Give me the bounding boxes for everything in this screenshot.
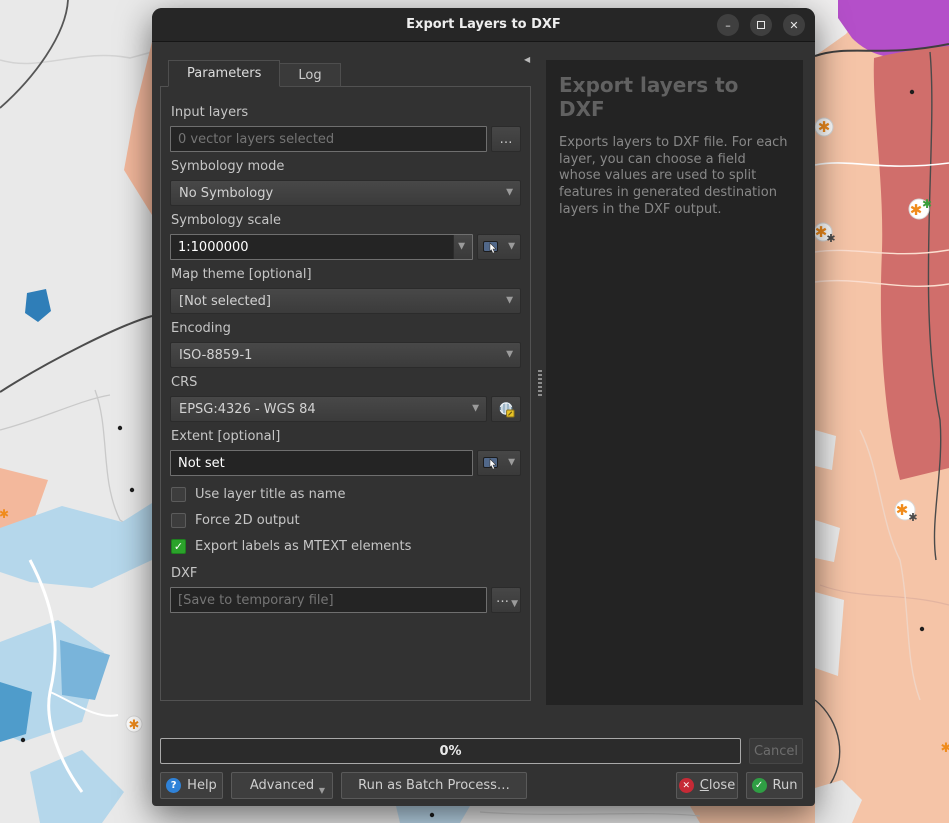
chevron-down-icon	[319, 787, 325, 795]
dxf-browse-button[interactable]: …	[491, 587, 521, 613]
help-panel-title: Export layers to DXF	[559, 73, 790, 121]
tab-parameters[interactable]: Parameters	[168, 60, 280, 87]
svg-text:✱: ✱	[941, 741, 949, 756]
advanced-button[interactable]: Advanced	[231, 772, 333, 799]
collapse-panel-arrow-icon[interactable]: ◀	[524, 56, 530, 64]
chevron-down-icon	[506, 188, 513, 197]
progress-value: 0%	[439, 744, 461, 759]
minimize-icon: –	[725, 19, 731, 32]
close-dialog-button[interactable]: ✕ Close	[676, 772, 738, 799]
help-button[interactable]: ? Help	[160, 772, 223, 799]
checkbox-label: Force 2D output	[195, 513, 300, 528]
parameters-panel: Input layers … Symbology mode No Symbolo…	[160, 86, 531, 701]
minimize-button[interactable]: –	[717, 14, 739, 36]
close-label: Close	[700, 778, 735, 793]
map-theme-dropdown[interactable]: [Not selected]	[170, 288, 521, 314]
map-theme-value: [Not selected]	[179, 294, 271, 309]
checkbox-label: Use layer title as name	[195, 487, 345, 502]
help-icon: ?	[166, 778, 181, 793]
symbology-scale-label: Symbology scale	[171, 213, 520, 228]
symbology-scale-input[interactable]	[171, 240, 453, 255]
run-check-icon: ✓	[752, 778, 767, 793]
export-layers-dxf-dialog: Export Layers to DXF – ✕ Parameters Log …	[152, 8, 815, 806]
chevron-down-icon	[506, 350, 513, 359]
close-icon: ✕	[679, 778, 694, 793]
globe-edit-icon	[498, 401, 515, 418]
encoding-label: Encoding	[171, 321, 520, 336]
svg-text:✱: ✱	[826, 232, 835, 245]
panel-splitter[interactable]	[535, 60, 544, 705]
svg-text:✱: ✱	[129, 718, 140, 733]
help-panel: Export layers to DXF Exports layers to D…	[546, 60, 803, 705]
map-cursor-icon	[483, 456, 500, 470]
chevron-down-icon	[506, 296, 513, 305]
advanced-label: Advanced	[250, 778, 314, 793]
help-label: Help	[187, 778, 217, 793]
checkmark-icon: ✓	[174, 540, 183, 553]
ellipsis-icon: …	[496, 591, 509, 606]
checkbox-use-layer-title[interactable]	[171, 487, 186, 502]
map-cursor-icon	[483, 240, 500, 254]
chevron-down-icon	[508, 242, 515, 251]
dxf-output-field[interactable]	[170, 587, 487, 613]
run-batch-button[interactable]: Run as Batch Process…	[341, 772, 527, 799]
run-label: Run	[773, 778, 798, 793]
dialog-title: Export Layers to DXF	[406, 17, 561, 32]
extent-label: Extent [optional]	[171, 429, 520, 444]
symbology-mode-label: Symbology mode	[171, 159, 520, 174]
crs-value: EPSG:4326 - WGS 84	[179, 402, 316, 417]
input-layers-label: Input layers	[171, 105, 520, 120]
dxf-label: DXF	[171, 566, 520, 581]
svg-text:✱: ✱	[908, 511, 917, 524]
symbology-scale-dropdown-button[interactable]	[453, 235, 472, 259]
crs-label: CRS	[171, 375, 520, 390]
chevron-down-icon	[458, 242, 465, 251]
ellipsis-icon: …	[500, 132, 513, 147]
titlebar[interactable]: Export Layers to DXF – ✕	[152, 8, 815, 42]
symbology-mode-value: No Symbology	[179, 186, 273, 201]
tab-bar: Parameters Log	[168, 60, 341, 87]
crs-select-button[interactable]	[491, 396, 521, 422]
checkbox-force-2d[interactable]	[171, 513, 186, 528]
encoding-dropdown[interactable]: ISO-8859-1	[170, 342, 521, 368]
svg-text:✱: ✱	[818, 118, 831, 136]
encoding-value: ISO-8859-1	[179, 348, 252, 363]
svg-text:✱: ✱	[896, 501, 909, 519]
chevron-down-icon	[472, 404, 479, 413]
map-theme-label: Map theme [optional]	[171, 267, 520, 282]
symbology-scale-combo[interactable]	[170, 234, 473, 260]
svg-text:✱: ✱	[910, 201, 923, 219]
cancel-button[interactable]: Cancel	[749, 738, 803, 764]
tab-log[interactable]: Log	[280, 63, 340, 87]
input-layers-browse-button[interactable]: …	[491, 126, 521, 152]
scale-from-canvas-button[interactable]	[477, 234, 521, 260]
run-batch-label: Run as Batch Process…	[358, 778, 510, 793]
extent-from-canvas-button[interactable]	[477, 450, 521, 476]
splitter-handle-icon	[538, 370, 542, 396]
crs-dropdown[interactable]: EPSG:4326 - WGS 84	[170, 396, 487, 422]
input-layers-field[interactable]	[170, 126, 487, 152]
screen: ✱ ✱ ✱ ✱ ✱ ✱ ✱ ✱ ✱ ✱	[0, 0, 949, 823]
progress-bar: 0%	[160, 738, 741, 764]
help-panel-description: Exports layers to DXF file. For each lay…	[559, 135, 790, 218]
svg-text:✱: ✱	[922, 197, 932, 211]
chevron-down-icon	[511, 600, 518, 609]
svg-text:✱: ✱	[0, 507, 9, 521]
close-icon: ✕	[789, 19, 798, 32]
maximize-button[interactable]	[750, 14, 772, 36]
extent-field[interactable]	[170, 450, 473, 476]
run-button[interactable]: ✓ Run	[746, 772, 803, 799]
cancel-label: Cancel	[754, 744, 798, 759]
svg-text:✱: ✱	[815, 223, 828, 241]
checkbox-export-mtext[interactable]: ✓	[171, 539, 186, 554]
checkbox-label: Export labels as MTEXT elements	[195, 539, 411, 554]
maximize-icon	[757, 21, 765, 29]
chevron-down-icon	[508, 458, 515, 467]
symbology-mode-dropdown[interactable]: No Symbology	[170, 180, 521, 206]
close-button[interactable]: ✕	[783, 14, 805, 36]
